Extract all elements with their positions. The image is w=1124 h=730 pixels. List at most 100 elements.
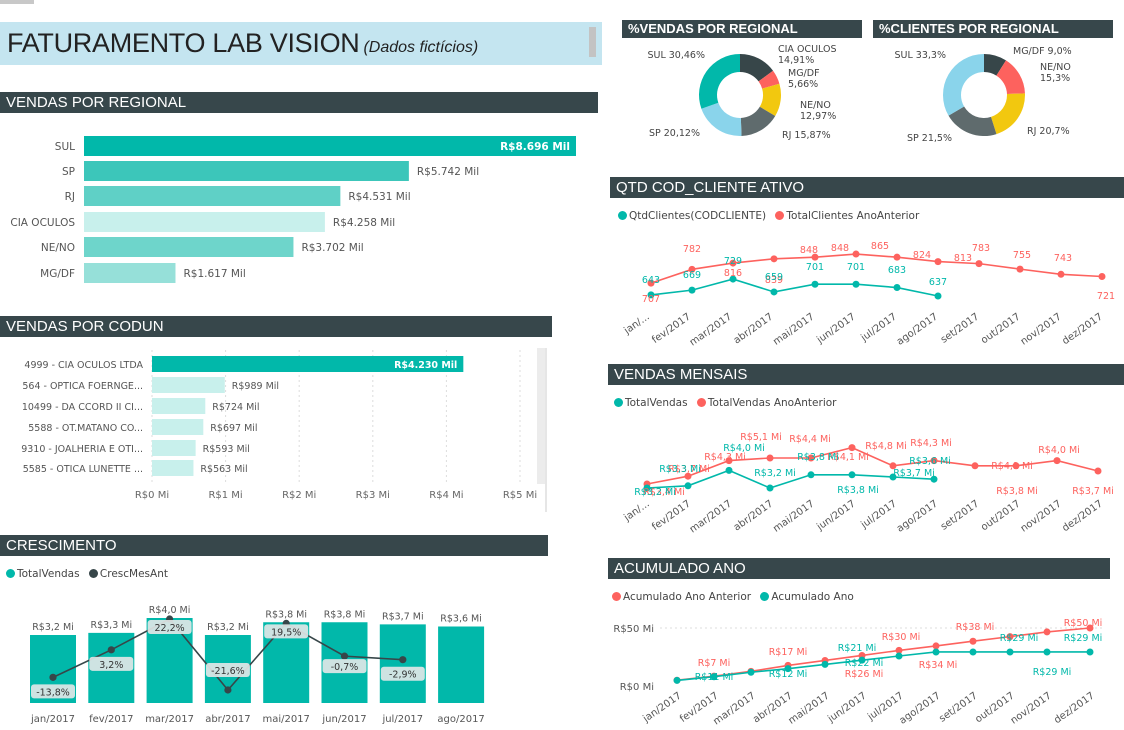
qtd-atual-point <box>688 286 696 294</box>
pct-vendas-label: CIA OCULOS <box>778 44 836 55</box>
acumulado-atual-point <box>895 652 903 660</box>
acumulado-x-tick: mai/2017 <box>787 690 832 726</box>
codun-bar <box>152 377 225 393</box>
regional-bar-value: R$8.696 Mil <box>500 141 570 153</box>
crescimento-bar-value: R$3,8 Mi <box>324 609 366 620</box>
qtd-anterior-value: 743 <box>1054 253 1072 264</box>
crescimento-point <box>107 646 115 654</box>
pct-clientes-label: SUL 33,3% <box>895 50 946 61</box>
qtd-x-tick: set/2017 <box>939 311 981 345</box>
vm-anterior-value: R$4,4 Mi <box>789 434 831 445</box>
vm-anterior-point <box>1094 467 1102 475</box>
crescimento-pct-label: -13,8% <box>36 687 70 698</box>
vm-x-tick: mai/2017 <box>771 498 816 534</box>
codun-bar <box>152 440 196 456</box>
codun-bar-value: R$989 Mil <box>232 381 279 392</box>
codun-bar-value: R$697 Mil <box>210 423 257 434</box>
vm-anterior-value: R$4,8 Mi <box>865 441 907 452</box>
qtd-atual-value: 669 <box>683 270 701 281</box>
codun-category-label: 4999 - CIA OCULOS LTDA <box>24 360 143 371</box>
qtd-x-tick: mai/2017 <box>771 311 816 347</box>
vm-atual-point <box>807 471 815 479</box>
qtd-atual-value: 701 <box>806 262 824 273</box>
crescimento-bar-value: R$3,7 Mi <box>382 611 424 622</box>
acumulado-x-tick: nov/2017 <box>1009 690 1054 726</box>
vm-x-tick: out/2017 <box>979 498 1022 533</box>
vm-x-tick: jul/2017 <box>858 498 898 531</box>
acumulado-atual-point <box>1086 648 1094 656</box>
qtd-anterior-value: 824 <box>913 250 931 261</box>
vm-anterior-point <box>848 444 856 452</box>
vm-x-tick: fev/2017 <box>650 498 693 532</box>
crescimento-point <box>340 652 349 660</box>
codun-bar-value: R$563 Mil <box>200 464 247 475</box>
crescimento-bar-value: R$3,2 Mi <box>32 622 74 633</box>
acumulado-anterior-value: R$26 Mi <box>845 669 884 680</box>
pct-clientes-slice <box>943 54 984 116</box>
crescimento-x-tick: fev/2017 <box>89 714 133 725</box>
crescimento-pct-label: 22,2% <box>155 623 185 634</box>
crescimento-bar-value: R$3,8 Mi <box>265 609 307 620</box>
pct-clientes-label: RJ 20,7% <box>1027 126 1070 137</box>
vm-atual-point <box>684 482 692 490</box>
qtd-atual-value: 659 <box>765 272 783 283</box>
vm-atual-value: R$3,2 Mi <box>754 468 796 479</box>
crescimento-x-tick: abr/2017 <box>205 714 250 725</box>
crescimento-x-tick: jan/2017 <box>30 714 75 725</box>
vm-atual-value: R$3,2 Mi <box>634 487 676 498</box>
qtd-anterior-value: 755 <box>1013 250 1031 261</box>
crescimento-point <box>224 686 232 694</box>
regional-bar-value: R$4.531 Mil <box>348 191 410 203</box>
codun-category-label: 5585 - OTICA LUNETTE ... <box>23 464 143 475</box>
vm-atual-point <box>766 484 774 492</box>
vm-anterior-value: R$3,8 Mi <box>996 486 1038 497</box>
dashboard-charts: SUL R$8.696 Mil SP R$5.742 Mil RJ R$4.531 Mil… <box>10 44 1115 727</box>
qtd-anterior-value: 707 <box>642 294 660 305</box>
codun-category-label: 10499 - DA CCORD II CI... <box>22 402 143 413</box>
acumulado-atual-line <box>676 651 1090 682</box>
vm-atual-value: R$4,0 Mi <box>723 443 765 454</box>
acumulado-atual-point <box>747 668 755 676</box>
codun-bar <box>152 398 206 414</box>
vm-x-tick: set/2017 <box>939 498 981 532</box>
pct-vendas-slice <box>701 102 742 136</box>
qtd-anterior-point <box>1098 272 1106 280</box>
acumulado-anterior-point <box>1043 628 1051 636</box>
qtd-x-tick: dez/2017 <box>1060 311 1104 347</box>
codun-scrollbar <box>537 348 545 484</box>
codun-category-label: 9310 - JOALHERIA E OTI... <box>21 444 143 455</box>
qtd-atual-point <box>770 288 778 296</box>
codun-x-tick: R$5 Mi <box>503 490 537 501</box>
codun-bar-value: R$4.230 Mil <box>394 360 457 371</box>
qtd-anterior-value: 813 <box>954 253 972 264</box>
pct-vendas-slice <box>699 53 740 109</box>
acumulado-x-tick: mar/2017 <box>711 690 757 727</box>
acumulado-x-tick: dez/2017 <box>1052 690 1096 726</box>
qtd-atual-point <box>852 280 860 288</box>
acumulado-atual-point <box>821 660 829 668</box>
codun-bar <box>152 460 194 476</box>
regional-category-label: CIA OCULOS <box>10 217 75 229</box>
vm-x-tick: jun/2017 <box>814 498 857 533</box>
pct-clientes-label: SP 21,5% <box>907 133 952 144</box>
vm-atual-value: R$3,8 Mi <box>797 452 839 463</box>
acumulado-x-tick: jun/2017 <box>825 690 868 725</box>
qtd-atual-point <box>811 280 819 288</box>
codun-category-label: 5588 - OT.MATANO CO... <box>28 423 143 434</box>
codun-x-tick: R$1 Mi <box>208 490 242 501</box>
qtd-atual-value: 643 <box>642 275 660 286</box>
qtd-anterior-value: 721 <box>1097 291 1115 302</box>
qtd-anterior-point <box>934 258 942 266</box>
vm-x-tick: abr/2017 <box>732 498 776 533</box>
codun-x-tick: R$4 Mi <box>429 490 463 501</box>
pct-clientes-label: MG/DF 9,0% <box>1013 46 1072 57</box>
crescimento-point <box>399 656 407 664</box>
pct-vendas-label: SUL 30,46% <box>647 50 705 61</box>
qtd-atual-point <box>934 292 942 300</box>
vm-anterior-point <box>1053 457 1061 465</box>
codun-bar <box>152 419 204 435</box>
vm-x-tick: ago/2017 <box>895 498 940 534</box>
acumulado-anterior-point <box>932 642 940 650</box>
acumulado-anterior-value: R$30 Mi <box>882 632 921 643</box>
pct-clientes-label: NE/NO <box>1040 62 1071 73</box>
